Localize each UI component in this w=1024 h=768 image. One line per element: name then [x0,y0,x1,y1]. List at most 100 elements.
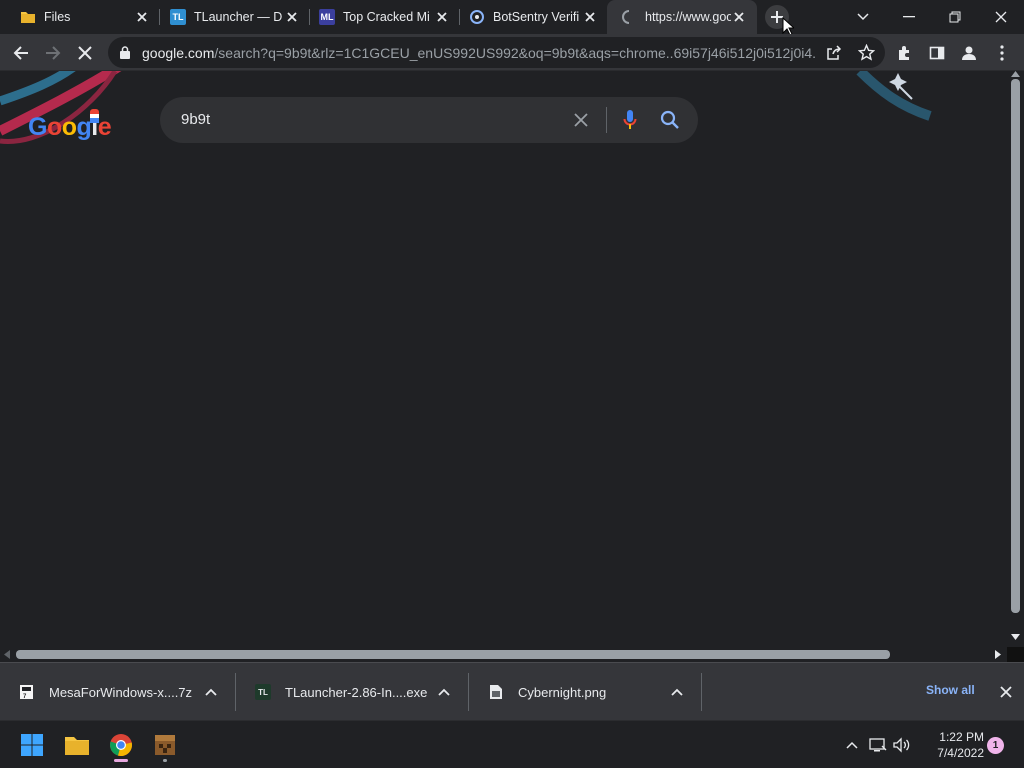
chevron-down-icon [857,13,869,21]
profile-button[interactable] [956,40,982,66]
scroll-right-icon[interactable] [995,650,1001,659]
clock-date: 7/4/2022 [937,746,984,760]
restore-button[interactable] [932,0,978,34]
address-path: /search?q=9b9t&rlz=1C1GCEU_enUS992US992&… [214,45,817,61]
search-query[interactable]: 9b9t [181,111,210,128]
tab-title: Files [44,10,71,24]
bookmark-star-icon[interactable] [858,44,875,61]
chevron-up-icon[interactable] [670,688,684,696]
windows-logo-icon [21,734,43,756]
menu-button[interactable] [989,40,1015,66]
tab-top-cracked[interactable]: ML Top Cracked Mi [310,0,460,34]
folder-icon [65,737,89,755]
microphone-icon[interactable] [623,109,637,131]
loading-spinner-icon [621,9,637,25]
tab-botsentry[interactable]: BotSentry Verifi [460,0,608,34]
close-tab-icon[interactable] [582,9,598,25]
botsentry-icon [469,9,485,25]
scroll-down-icon[interactable] [1011,634,1020,640]
search-icon[interactable] [660,110,680,130]
back-button[interactable] [8,40,34,66]
tab-tlauncher[interactable]: TL TLauncher — D [160,0,310,34]
restore-icon [949,11,961,23]
arrow-left-icon [13,46,28,60]
tab-title: BotSentry Verifi [493,10,580,24]
address-bar[interactable]: google.com/search?q=9b9t&rlz=1C1GCEU_enU… [108,37,885,68]
tab-search-button[interactable] [840,0,886,34]
search-box[interactable]: 9b9t [160,97,698,143]
image-file-icon [488,684,504,700]
google-logo[interactable]: Google [28,109,114,150]
side-panel-icon [929,46,945,60]
tab-files[interactable]: Files [0,0,160,34]
svg-text:Google: Google [28,113,112,141]
tab-title: TLauncher — D [194,10,283,24]
taskbar-chrome[interactable] [105,729,137,762]
chrome-icon [110,734,132,757]
taskbar-file-explorer[interactable] [61,729,93,761]
window-close-button[interactable] [978,0,1024,34]
puzzle-icon [899,46,909,60]
tab-google-search[interactable]: https://www.goo [607,0,757,34]
minecraft-block-icon [155,735,175,755]
scrollbar-corner [1007,647,1024,662]
taskbar-minecraft[interactable] [149,729,181,762]
google-doodle-logo: Google [28,109,112,141]
chevron-up-icon[interactable] [204,688,218,696]
more-vertical-icon [1000,45,1004,61]
address-host: google.com [142,45,215,61]
stop-loading-button[interactable] [72,40,98,66]
close-tab-icon[interactable] [134,9,150,25]
show-all-downloads-link[interactable]: Show all [926,683,975,697]
download-filename: Cybernight.png [518,684,607,700]
close-icon [995,11,1007,23]
close-downloads-button[interactable] [997,683,1015,701]
extensions-button[interactable] [892,40,918,66]
horizontal-scroll-thumb[interactable] [16,650,890,659]
chevron-up-icon[interactable] [437,688,451,696]
minimize-button[interactable] [886,0,932,34]
close-tab-icon[interactable] [731,9,747,25]
close-icon [78,46,92,60]
download-filename: MesaForWindows-x....7z [49,684,193,700]
running-app-indicator [163,759,167,762]
speaker-icon [893,737,910,753]
ml-icon: ML [319,9,335,25]
lock-icon [120,46,130,59]
close-tab-icon[interactable] [434,9,450,25]
browser-toolbar: google.com/search?q=9b9t&rlz=1C1GCEU_enU… [0,34,1024,71]
clear-icon[interactable] [573,112,589,128]
vertical-scroll-thumb[interactable] [1011,79,1020,613]
download-filename: TLauncher-2.86-In....exe [285,684,428,700]
browser-window: Files TL TLauncher — D ML Top Cracked Mi… [0,0,1024,768]
clock-time: 1:22 PM [939,730,984,744]
share-icon[interactable] [826,45,842,61]
start-button[interactable] [16,729,48,761]
folder-icon [20,9,36,25]
tab-strip: Files TL TLauncher — D ML Top Cracked Mi… [0,0,1024,36]
scroll-up-icon[interactable] [1011,71,1020,77]
download-item[interactable]: Cybernight.png [469,663,702,721]
system-clock[interactable]: 1:22 PM 7/4/2022 [920,729,984,761]
vertical-scrollbar[interactable] [1007,71,1024,647]
notification-badge[interactable]: 1 [987,737,1004,754]
tab-title: https://www.goo [645,10,731,24]
close-tab-icon[interactable] [284,9,300,25]
minimize-icon [903,16,915,18]
volume-button[interactable] [886,729,918,761]
side-panel-button[interactable] [924,40,950,66]
tab-title: Top Cracked Mi [343,10,430,24]
address-url: google.com/search?q=9b9t&rlz=1C1GCEU_enU… [142,45,817,61]
arrow-right-icon [46,46,61,60]
download-item[interactable]: TL TLauncher-2.86-In....exe [236,663,469,721]
tlauncher-icon: TL [255,684,271,700]
tlauncher-icon: TL [170,9,186,25]
page-content: Google 9b9t [0,71,1007,647]
active-app-indicator [114,759,128,762]
search-divider [606,107,607,133]
forward-button[interactable] [40,40,66,66]
scroll-left-icon[interactable] [4,650,10,659]
close-icon [1000,686,1012,698]
horizontal-scrollbar[interactable] [0,647,1007,662]
download-item[interactable]: 7 MesaForWindows-x....7z [0,663,236,721]
